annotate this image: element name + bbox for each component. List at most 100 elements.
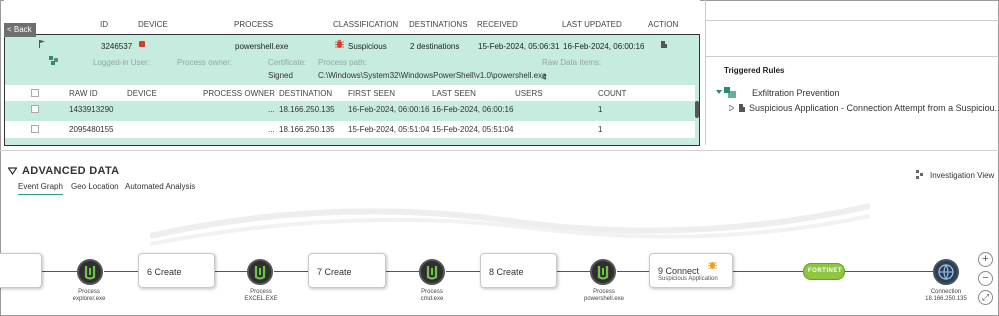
section-divider — [0, 150, 999, 151]
col-count[interactable]: COUNT — [598, 89, 626, 98]
col-raw-device[interactable]: DEVICE — [127, 89, 157, 98]
process-path-label: Process path: — [318, 58, 367, 67]
col-destination[interactable]: DESTINATION — [279, 89, 332, 98]
col-action[interactable]: ACTION — [648, 20, 678, 29]
bug-icon — [708, 262, 717, 269]
graph-node-create[interactable]: 7 Create — [308, 253, 386, 288]
rule-item-label: Suspicious Application - Connection Atte… — [749, 103, 999, 113]
last-seen: 16-Feb-2024, 06:00:16 — [432, 105, 514, 114]
col-last-seen[interactable]: LAST SEEN — [432, 89, 476, 98]
tab-automated-analysis[interactable]: Automated Analysis — [125, 182, 195, 191]
event-graph: Process explorer.exe 6 Create Process EXCE… — [0, 196, 999, 316]
graph-node-create[interactable]: 8 Create — [480, 253, 557, 288]
device-status-icon — [139, 41, 145, 47]
raw-id: 1433913290 — [69, 105, 114, 114]
count: 1 — [598, 125, 603, 134]
scrollbar[interactable] — [695, 101, 699, 118]
first-seen: 16-Feb-2024, 06:00:16 — [348, 105, 430, 114]
col-device[interactable]: DEVICE — [138, 20, 168, 29]
tab-geo-location[interactable]: Geo Location — [71, 182, 119, 191]
destination: 18.166.250.135 — [279, 105, 335, 114]
chevron-down-icon[interactable] — [716, 90, 722, 95]
raw-id: 2095480155 — [69, 125, 114, 134]
triggered-rules-title: Triggered Rules — [724, 66, 785, 75]
selected-event-row[interactable]: 3246537 powershell.exe Suspicious 2 dest… — [4, 34, 700, 146]
process-node-icon[interactable] — [247, 259, 273, 285]
event-received: 15-Feb-2024, 05:06:31 — [478, 42, 560, 51]
chevron-right-icon[interactable] — [729, 105, 734, 111]
last-seen: 15-Feb-2024, 05:51:04 — [432, 125, 514, 134]
graph-edge — [386, 271, 420, 272]
connection-node-label: Connection 18.166.250.135 — [925, 289, 967, 302]
col-users[interactable]: USERS — [515, 89, 543, 98]
col-destinations[interactable]: DESTINATIONS — [409, 20, 468, 29]
bug-icon — [335, 39, 344, 48]
col-raw-id[interactable]: RAW ID — [69, 89, 98, 98]
graph-background-pattern — [150, 203, 870, 246]
process-node-label: Process powershell.exe — [583, 289, 625, 302]
tab-event-graph[interactable]: Event Graph — [18, 182, 63, 195]
table-row[interactable]: 2095480155 ... 18.166.250.135 15-Feb-202… — [5, 121, 695, 138]
count: 1 — [598, 105, 603, 114]
table-header: ID DEVICE PROCESS CLASSIFICATION DESTINA… — [4, 0, 700, 34]
col-last-updated[interactable]: LAST UPDATED — [562, 20, 622, 29]
col-first-seen[interactable]: FIRST SEEN — [348, 89, 395, 98]
event-classification: Suspicious — [348, 42, 387, 51]
graph-edge — [733, 271, 803, 272]
row-checkbox[interactable] — [31, 105, 39, 113]
investigation-view-link[interactable]: Investigation View — [930, 171, 994, 180]
rules-group-icon — [724, 87, 736, 98]
process-node-label: Process cmd.exe — [420, 289, 444, 302]
connection-node-icon[interactable] — [933, 259, 959, 285]
graph-edge — [446, 271, 480, 272]
fit-view-button[interactable]: ⤢ — [978, 290, 993, 305]
graph-edge — [104, 271, 138, 272]
event-id: 3246537 — [101, 42, 133, 51]
graph-edge — [557, 271, 591, 272]
triggered-rules-panel: Triggered Rules Exfiltration Prevention … — [705, 0, 999, 145]
event-last-updated: 16-Feb-2024, 06:00:16 — [563, 42, 645, 51]
process-node-icon[interactable] — [77, 259, 103, 285]
document-icon[interactable] — [661, 41, 667, 48]
certificate-label: Certificate: — [268, 58, 307, 67]
divider — [706, 56, 999, 57]
col-id[interactable]: ID — [100, 20, 108, 29]
destination: 18.166.250.135 — [279, 125, 335, 134]
process-owner-label: Process owner: — [177, 58, 233, 67]
certificate-value: Signed — [268, 71, 293, 80]
process-path-value: C:\Windows\System32\WindowsPowerShell\v1… — [318, 71, 547, 80]
divider — [706, 20, 999, 21]
select-all-checkbox[interactable] — [31, 89, 39, 97]
graph-node-partial[interactable] — [0, 253, 42, 288]
collapse-icon[interactable] — [8, 167, 17, 175]
col-process[interactable]: PROCESS — [234, 20, 273, 29]
back-button[interactable]: < Back — [4, 23, 36, 37]
graph-edge — [274, 271, 308, 272]
raw-data-header: RAW ID DEVICE PROCESS OWNER DESTINATION … — [5, 85, 695, 101]
event-destinations: 2 destinations — [410, 42, 460, 51]
table-row[interactable]: 1433913290 ... 18.166.250.135 16-Feb-202… — [5, 101, 695, 118]
event-process: powershell.exe — [235, 42, 289, 51]
graph-edge — [617, 271, 650, 272]
process-owner: ... — [268, 125, 275, 134]
process-node-label: Process EXCEL.EXE — [244, 289, 278, 302]
investigation-view-icon[interactable] — [916, 170, 924, 180]
graph-edge — [215, 271, 248, 272]
col-classification[interactable]: CLASSIFICATION — [333, 20, 398, 29]
col-process-owner[interactable]: PROCESS OWNER — [203, 89, 275, 98]
flag-icon[interactable] — [39, 40, 45, 48]
row-checkbox[interactable] — [31, 125, 39, 133]
graph-node-connect[interactable]: 9 Connect Suspicious Application — [649, 253, 733, 288]
zoom-in-button[interactable]: + — [978, 252, 993, 267]
document-icon — [739, 104, 745, 112]
fortinet-node[interactable]: FORTINET — [803, 263, 845, 280]
graph-node-create[interactable]: 6 Create — [138, 253, 215, 288]
process-owner: ... — [268, 105, 275, 114]
zoom-out-button[interactable]: − — [978, 271, 993, 286]
graph-edge — [845, 271, 934, 272]
group-icon — [49, 56, 58, 65]
col-received[interactable]: RECEIVED — [477, 20, 518, 29]
process-node-icon[interactable] — [590, 259, 616, 285]
process-node-icon[interactable] — [419, 259, 445, 285]
graph-edge — [42, 271, 78, 272]
